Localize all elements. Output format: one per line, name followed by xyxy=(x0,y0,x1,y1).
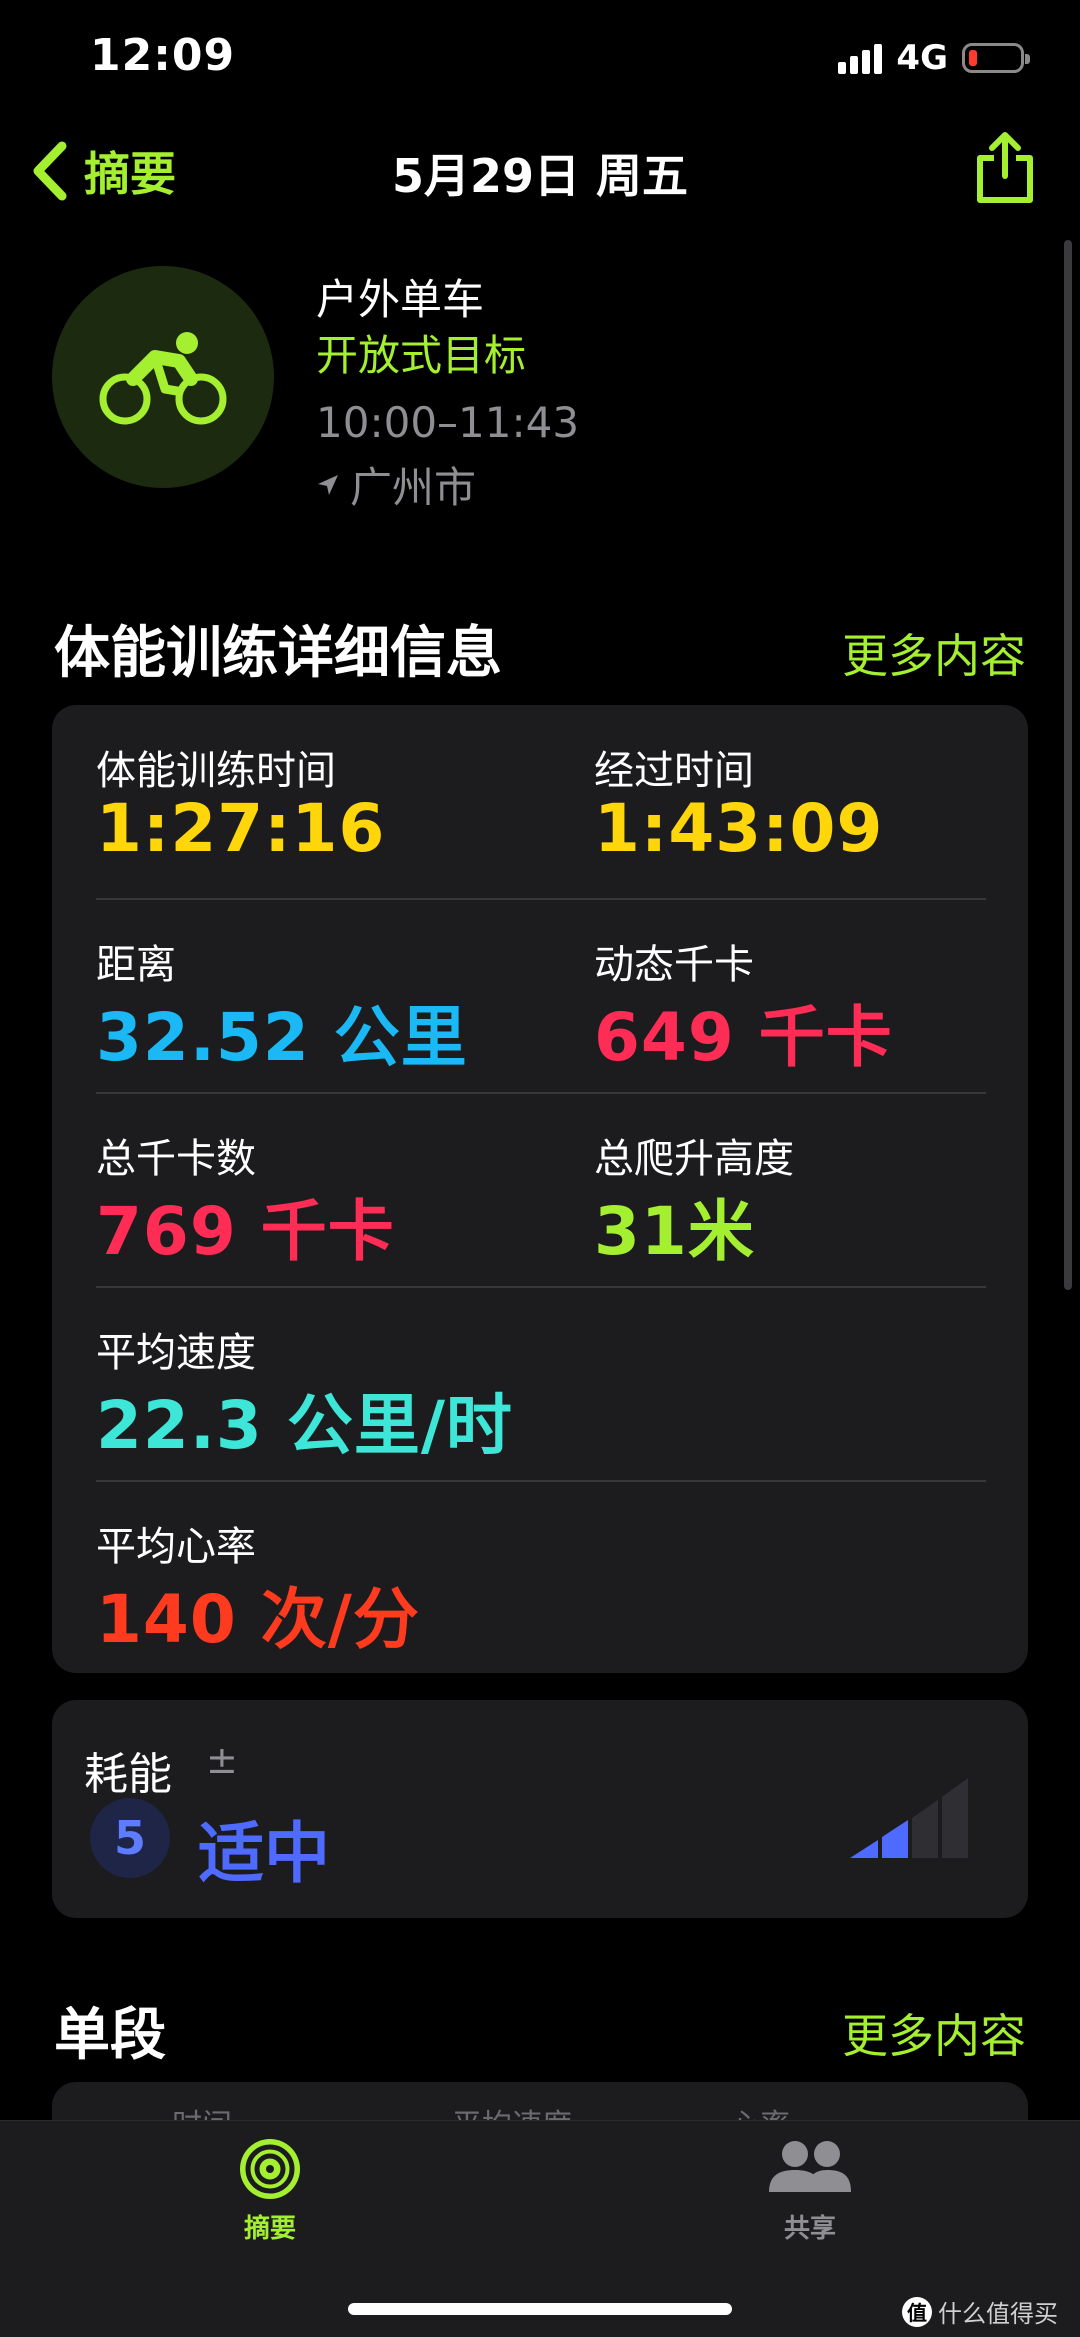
watermark-text: 什么值得买 xyxy=(938,2300,1058,2328)
effort-label: 耗能 xyxy=(84,1749,172,1800)
metric-label: 平均速度 xyxy=(96,1330,256,1376)
metric-label: 总爬升高度 xyxy=(594,1136,794,1182)
scrollbar[interactable] xyxy=(1064,240,1072,1290)
status-time: 12:09 xyxy=(90,30,236,81)
metric-elapsed-time: 1:43:09 xyxy=(594,790,884,867)
metric-distance: 32.52 公里 xyxy=(96,999,468,1076)
metric-elevation-gain: 31米 xyxy=(594,1193,755,1270)
metric-label: 平均心率 xyxy=(96,1524,256,1570)
metric-avg-speed: 22.3 公里/时 xyxy=(96,1387,513,1464)
effort-score-badge: 5 xyxy=(90,1798,170,1878)
share-icon[interactable] xyxy=(972,130,1038,206)
metric-label: 体能训练时间 xyxy=(96,748,336,794)
divider xyxy=(96,1286,986,1288)
divider xyxy=(96,898,986,900)
metric-label: 动态千卡 xyxy=(594,942,754,988)
network-type: 4G xyxy=(896,38,948,78)
splits-more-link[interactable]: 更多内容 xyxy=(842,2000,1026,2066)
metric-avg-heart-rate: 140 次/分 xyxy=(96,1581,420,1658)
cycling-icon xyxy=(52,266,274,488)
metric-active-calories: 649 千卡 xyxy=(594,999,893,1076)
home-indicator[interactable] xyxy=(348,2303,732,2315)
tab-label: 摘要 xyxy=(243,2214,296,2244)
metric-label: 距离 xyxy=(96,942,176,988)
location-arrow-icon xyxy=(318,474,338,495)
metric-workout-time: 1:27:16 xyxy=(96,790,386,867)
effort-bar-4 xyxy=(942,1778,968,1858)
splits-title: 单段 xyxy=(54,2003,166,2068)
battery-icon xyxy=(962,43,1030,73)
people-icon xyxy=(769,2141,851,2192)
watermark: 值 什么值得买 xyxy=(902,2294,1058,2329)
workout-time-range: 10:00–11:43 xyxy=(316,398,580,447)
metric-label: 总千卡数 xyxy=(96,1136,256,1182)
status-indicators: 4G xyxy=(838,36,1030,80)
activity-rings-icon xyxy=(240,2139,300,2199)
signal-icon xyxy=(838,42,883,74)
details-title: 体能训练详细信息 xyxy=(54,621,502,686)
divider xyxy=(96,1092,986,1094)
effort-bar-2 xyxy=(882,1820,908,1858)
workout-goal: 开放式目标 xyxy=(316,331,527,380)
workout-type: 户外单车 xyxy=(316,275,485,324)
details-more-link[interactable]: 更多内容 xyxy=(842,620,1026,686)
watermark-logo: 值 xyxy=(902,2296,932,2327)
metric-label: 经过时间 xyxy=(594,748,754,794)
effort-bar-1 xyxy=(850,1840,878,1858)
metric-total-calories: 769 千卡 xyxy=(96,1193,395,1270)
tab-summary[interactable]: 摘要 xyxy=(170,2136,370,2245)
divider xyxy=(96,1480,986,1482)
effort-value: 适中 xyxy=(198,1815,330,1892)
effort-adjust-icon[interactable]: ± xyxy=(206,1738,238,1782)
tab-label: 共享 xyxy=(783,2214,836,2244)
tab-sharing[interactable]: 共享 xyxy=(710,2136,910,2245)
page-title: 5月29日 周五 xyxy=(391,149,689,203)
location-label: 广州市 xyxy=(350,463,477,512)
effort-level-icon xyxy=(850,1778,968,1858)
effort-bar-3 xyxy=(912,1800,938,1858)
workout-location: 广州市 xyxy=(316,454,476,515)
